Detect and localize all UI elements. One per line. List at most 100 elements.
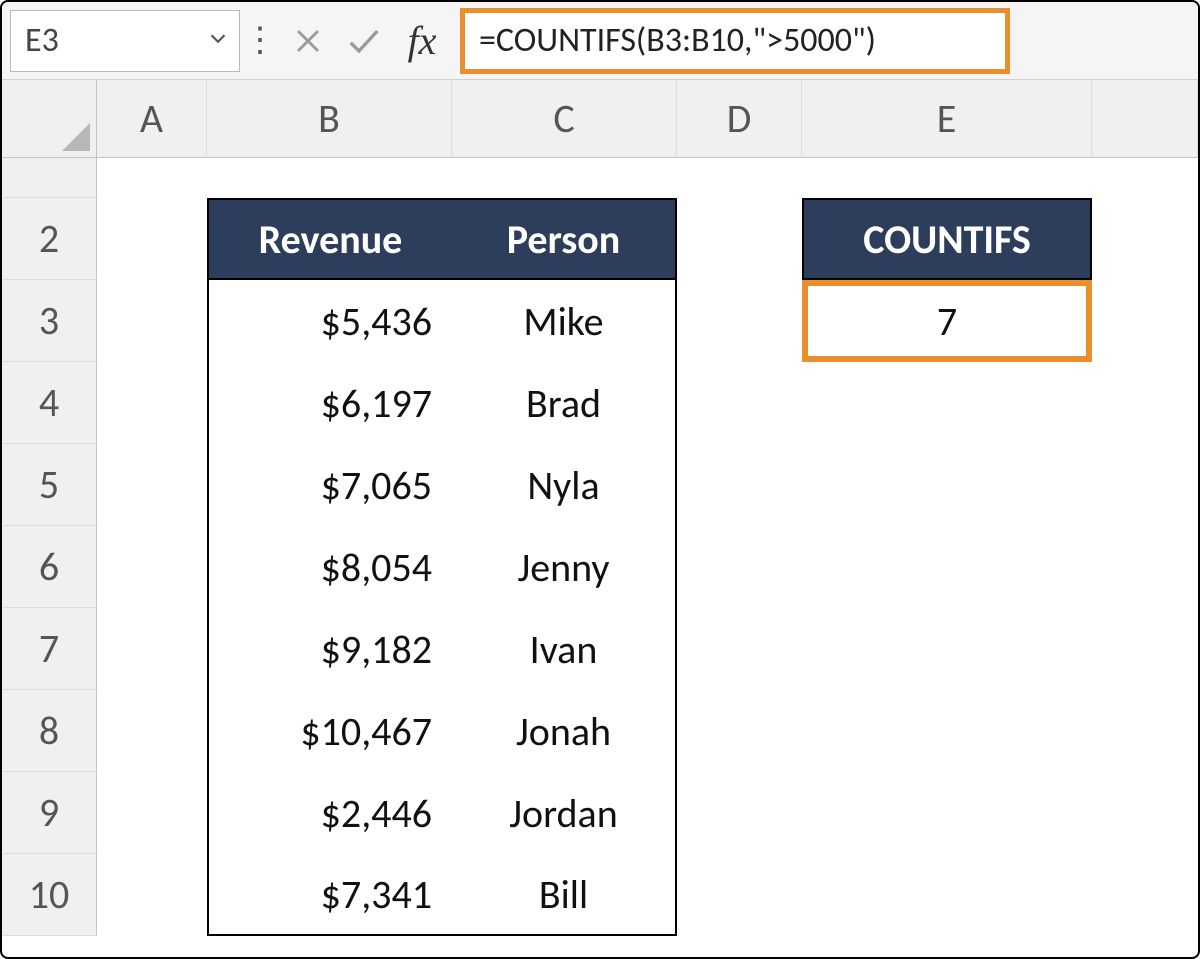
cell-D4[interactable] xyxy=(677,362,802,444)
cell-B5[interactable]: $7,065 xyxy=(207,444,452,526)
col-header-B[interactable]: B xyxy=(207,80,452,158)
cell-value: $6,197 xyxy=(321,379,432,428)
cell-E3[interactable]: 7 xyxy=(802,280,1092,362)
insert-function-button[interactable]: fx xyxy=(392,10,452,72)
cell-B7[interactable]: $9,182 xyxy=(207,608,452,690)
name-box-value: E3 xyxy=(25,20,59,61)
formula-input[interactable] xyxy=(465,13,1005,69)
cell-C2[interactable]: Person xyxy=(452,198,677,280)
col-header-A[interactable]: A xyxy=(97,80,207,158)
cell-B3[interactable]: $5,436 xyxy=(207,280,452,362)
formula-bar: E3 ⋮ fx xyxy=(2,2,1198,80)
chevron-down-icon[interactable] xyxy=(205,20,231,61)
cell-E9[interactable] xyxy=(802,772,1092,854)
cell-A5[interactable] xyxy=(97,444,207,526)
row-label: 8 xyxy=(39,706,59,755)
cell-E7[interactable] xyxy=(802,608,1092,690)
row-header-6[interactable]: 6 xyxy=(2,526,97,608)
row-header-5[interactable]: 5 xyxy=(2,444,97,526)
row-header-10[interactable]: 10 xyxy=(2,854,97,936)
cell-value: Ivan xyxy=(530,625,598,674)
row-header-3[interactable]: 3 xyxy=(2,280,97,362)
more-icon[interactable]: ⋮ xyxy=(240,20,280,61)
cell-A3[interactable] xyxy=(97,280,207,362)
cell-D7[interactable] xyxy=(677,608,802,690)
cell-A9[interactable] xyxy=(97,772,207,854)
cell-E10[interactable] xyxy=(802,854,1092,936)
row-header-9[interactable]: 9 xyxy=(2,772,97,854)
cell-D6[interactable] xyxy=(677,526,802,608)
cell-C6[interactable]: Jenny xyxy=(452,526,677,608)
cell-B8[interactable]: $10,467 xyxy=(207,690,452,772)
cell-value: Jordan xyxy=(509,789,617,838)
cell-D9[interactable] xyxy=(677,772,802,854)
cell-D3[interactable] xyxy=(677,280,802,362)
formula-highlight xyxy=(460,8,1010,74)
cell-C10[interactable]: Bill xyxy=(452,854,677,936)
cell-B6[interactable]: $8,054 xyxy=(207,526,452,608)
cell-E2[interactable]: COUNTIFS xyxy=(802,198,1092,280)
header-person: Person xyxy=(507,215,620,264)
col-label: E xyxy=(937,94,957,143)
cell-A2[interactable] xyxy=(97,198,207,280)
app-frame: E3 ⋮ fx A B C D E 2 R xyxy=(0,0,1200,959)
row1-strip xyxy=(97,158,1198,198)
cell-A8[interactable] xyxy=(97,690,207,772)
cell-C3[interactable]: Mike xyxy=(452,280,677,362)
accept-formula-button[interactable] xyxy=(336,10,392,72)
spreadsheet-grid[interactable]: A B C D E 2 Revenue Person COUNTIFS 3 $5… xyxy=(2,80,1198,936)
cell-C8[interactable]: Jonah xyxy=(452,690,677,772)
cell-C9[interactable]: Jordan xyxy=(452,772,677,854)
cell-C5[interactable]: Nyla xyxy=(452,444,677,526)
row-label: 3 xyxy=(39,296,59,345)
cell-value: $10,467 xyxy=(300,707,432,756)
row-header-8[interactable]: 8 xyxy=(2,690,97,772)
col-header-E[interactable]: E xyxy=(802,80,1092,158)
cell-E6[interactable] xyxy=(802,526,1092,608)
name-box[interactable]: E3 xyxy=(10,10,240,72)
row-label: 2 xyxy=(39,214,59,263)
row-label: 5 xyxy=(39,460,59,509)
cell-rest-4 xyxy=(1092,362,1198,444)
col-header-D[interactable]: D xyxy=(677,80,802,158)
row-header-7[interactable]: 7 xyxy=(2,608,97,690)
cell-D2[interactable] xyxy=(677,198,802,280)
cell-C4[interactable]: Brad xyxy=(452,362,677,444)
cell-E8[interactable] xyxy=(802,690,1092,772)
cell-value: Jonah xyxy=(516,707,611,756)
cell-A6[interactable] xyxy=(97,526,207,608)
cell-A7[interactable] xyxy=(97,608,207,690)
cell-B10[interactable]: $7,341 xyxy=(207,854,452,936)
cell-rest-9 xyxy=(1092,772,1198,854)
row-header-1[interactable] xyxy=(2,158,97,198)
select-all-triangle[interactable] xyxy=(2,80,97,158)
row-label: 4 xyxy=(39,378,59,427)
cell-B4[interactable]: $6,197 xyxy=(207,362,452,444)
cell-B2[interactable]: Revenue xyxy=(207,198,452,280)
col-header-C[interactable]: C xyxy=(452,80,677,158)
cell-E4[interactable] xyxy=(802,362,1092,444)
cell-E5[interactable] xyxy=(802,444,1092,526)
cell-rest-7 xyxy=(1092,608,1198,690)
cell-D5[interactable] xyxy=(677,444,802,526)
fx-label: fx xyxy=(408,17,437,64)
cell-B9[interactable]: $2,446 xyxy=(207,772,452,854)
cell-value: Jenny xyxy=(517,543,609,592)
cell-rest-2 xyxy=(1092,198,1198,280)
cell-A4[interactable] xyxy=(97,362,207,444)
cell-A10[interactable] xyxy=(97,854,207,936)
cell-rest-10 xyxy=(1092,854,1198,936)
cell-C7[interactable]: Ivan xyxy=(452,608,677,690)
row-header-4[interactable]: 4 xyxy=(2,362,97,444)
row-header-2[interactable]: 2 xyxy=(2,198,97,280)
cancel-formula-button[interactable] xyxy=(280,10,336,72)
cell-D8[interactable] xyxy=(677,690,802,772)
cell-value: $7,065 xyxy=(321,461,432,510)
cell-D10[interactable] xyxy=(677,854,802,936)
col-label: B xyxy=(318,94,340,143)
cell-rest-8 xyxy=(1092,690,1198,772)
cell-rest-6 xyxy=(1092,526,1198,608)
countifs-value: 7 xyxy=(937,297,957,346)
col-label: D xyxy=(727,94,752,143)
row-label: 7 xyxy=(39,624,59,673)
